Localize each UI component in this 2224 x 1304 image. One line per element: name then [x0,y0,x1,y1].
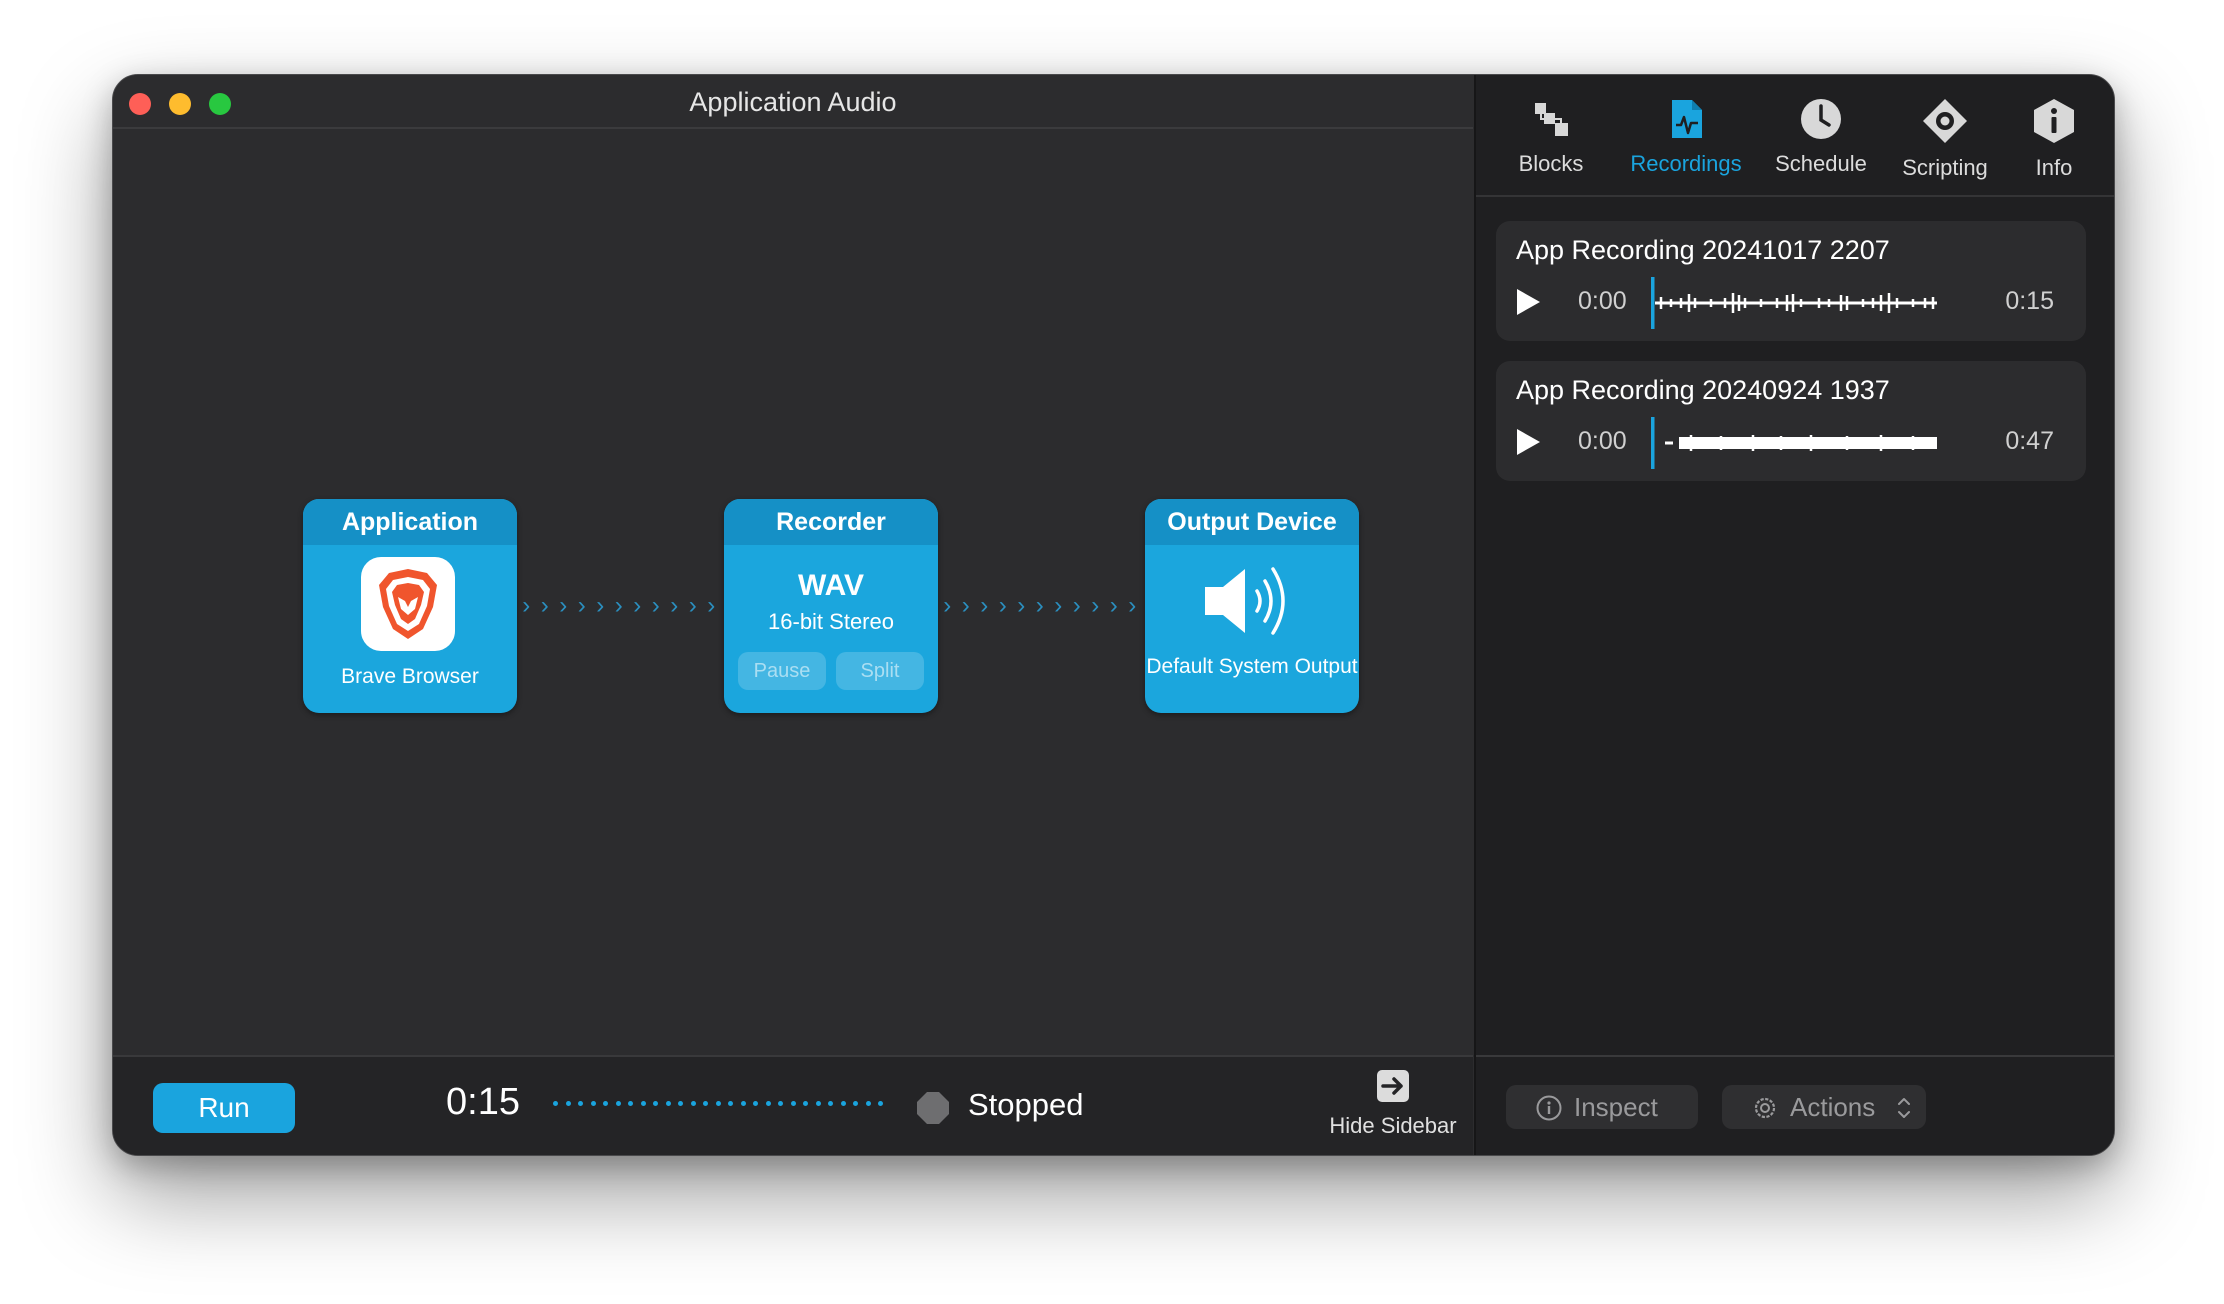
tab-scripting-label: Scripting [1902,155,1988,180]
tab-recordings-label: Recordings [1630,151,1742,176]
info-circle-icon [1536,1095,1562,1121]
recorder-block[interactable]: Recorder WAV 16-bit Stereo Pause Split [724,499,938,713]
gear-icon [1754,1097,1776,1119]
scripting-icon [1923,99,1967,143]
sidebar-bottom-bar: Inspect Actions [1476,1055,2114,1155]
connector-arrows: › › › › › › › › › › › [522,592,716,619]
tab-schedule[interactable]: Schedule [1766,97,1876,177]
output-device-block[interactable]: Output Device Default System Output [1145,499,1359,713]
recording-item[interactable]: App Recording 20241017 2207 0:00 0:15 [1496,221,2086,341]
tab-blocks[interactable]: Blocks [1496,97,1606,177]
app-window: Application Audio Application Brave Brow… [112,74,2115,1156]
tab-recordings[interactable]: Recordings [1611,97,1761,177]
hide-sidebar-icon [1377,1070,1409,1102]
waveform-scrubber[interactable] [1651,277,1941,329]
run-button[interactable]: Run [153,1083,295,1133]
tab-info[interactable]: Info [2004,97,2104,181]
chevron-up-down-icon [1898,1098,1910,1118]
output-device-name: Default System Output [1146,655,1358,678]
status-indicator-icon [916,1091,950,1125]
output-block-header: Output Device [1145,499,1359,545]
tab-scripting[interactable]: Scripting [1890,97,2000,181]
tab-schedule-label: Schedule [1775,151,1867,176]
brave-lion-icon [361,557,455,651]
inspect-label: Inspect [1574,1092,1658,1122]
blocks-icon [1535,103,1568,136]
pause-button[interactable]: Pause [738,652,826,690]
recording-duration: 0:47 [2005,427,2054,455]
main-area: Application Audio Application Brave Brow… [113,75,1473,1155]
hide-sidebar-button[interactable]: Hide Sidebar [1293,1069,1493,1139]
tab-info-label: Info [2035,155,2073,180]
clock-icon [1801,99,1841,139]
inspect-button[interactable]: Inspect [1506,1085,1698,1129]
recorder-format-detail: 16-bit Stereo [768,609,894,634]
status-text: Stopped [968,1087,1084,1122]
connector-arrows: › › › › › › › › › › › [943,592,1137,619]
recording-name: App Recording 20240924 1937 [1516,375,1890,405]
info-icon [2034,99,2074,143]
application-name: Brave Browser [341,665,479,688]
recorder-format: WAV [797,569,865,602]
playback-position: 0:00 [1578,287,1627,315]
sidebar: Blocks Recordings Schedule Scripting Inf… [1474,75,2114,1155]
waveform-scrubber[interactable] [1651,417,1941,469]
split-button[interactable]: Split [836,652,924,690]
elapsed-time: 0:15 [446,1081,520,1123]
recordings-icon [1672,100,1702,138]
hide-sidebar-label: Hide Sidebar [1329,1113,1457,1138]
recorder-controls: Pause Split [736,652,926,690]
recorder-block-header: Recorder [724,499,938,545]
sidebar-tabs: Blocks Recordings Schedule Scripting Inf… [1476,75,2114,197]
recording-item[interactable]: App Recording 20240924 1937 0:00 0:47 [1496,361,2086,481]
playback-position: 0:00 [1578,427,1627,455]
bottom-toolbar: Run 0:15 Stopped Hide Sidebar [113,1055,1473,1155]
speaker-icon [1201,559,1303,643]
recording-name: App Recording 20241017 2207 [1516,235,1890,265]
actions-label: Actions [1790,1092,1876,1122]
window-title: Application Audio [689,87,897,117]
block-canvas: Application Brave Browser › › › › › › › › › › › Re [113,131,1473,1055]
play-icon[interactable] [1514,287,1542,317]
play-icon[interactable] [1514,427,1542,457]
title-bar: Application Audio [113,75,1473,129]
application-block-header: Application [303,499,517,545]
level-meter [553,1101,883,1107]
recording-duration: 0:15 [2005,287,2054,315]
tab-blocks-label: Blocks [1518,151,1584,176]
actions-menu-button[interactable]: Actions [1722,1085,1926,1129]
application-block[interactable]: Application Brave Browser [303,499,517,713]
